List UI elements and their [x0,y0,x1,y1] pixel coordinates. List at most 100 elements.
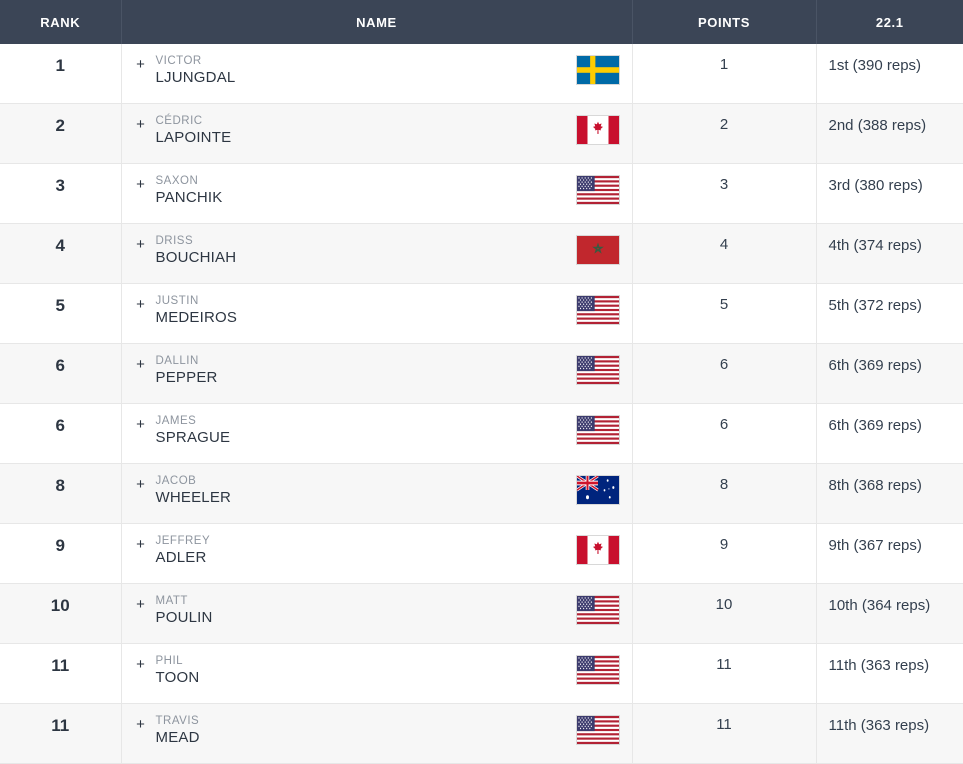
usa-flag-icon [575,175,620,205]
athlete-name-wrapper: + DALLIN PEPPER [134,354,620,387]
table-row[interactable]: 11 + TRAVIS MEAD 11 11th (363 reps) [0,703,963,764]
canada-flag-icon [575,115,620,145]
expand-row-icon[interactable]: + [134,477,148,492]
athlete-last-name: TOON [155,669,200,686]
rank-value: 6 [55,356,65,375]
table-row[interactable]: 8 + JACOB WHEELER 8 8th (368 reps) [0,463,963,524]
athlete-name[interactable]: DALLIN PEPPER [156,354,560,387]
cell-rank: 5 [0,283,122,344]
athlete-name[interactable]: JACOB WHEELER [156,474,560,507]
athlete-first-name: CÉDRIC [155,115,203,127]
expand-row-icon[interactable]: + [134,417,148,432]
cell-points: 6 [632,343,817,404]
score-value: 3rd (380 reps) [828,177,923,194]
athlete-name-wrapper: + DRISS BOUCHIAH [134,234,620,267]
expand-row-icon[interactable]: + [134,717,148,732]
athlete-first-name: TRAVIS [155,715,200,727]
rank-value: 6 [55,416,65,435]
table-row[interactable]: 6 + DALLIN PEPPER 6 6th (369 reps) [0,343,963,404]
cell-points: 10 [632,583,817,644]
athlete-name-wrapper: + VICTOR LJUNGDAL [134,54,620,87]
country-flag-holder [568,474,620,505]
expand-row-icon[interactable]: + [134,57,148,72]
australia-flag-icon [575,475,620,505]
athlete-first-name: DRISS [155,235,194,247]
usa-flag-icon [575,655,620,685]
athlete-name[interactable]: JUSTIN MEDEIROS [156,294,560,327]
athlete-name[interactable]: PHIL TOON [156,654,560,687]
cell-rank: 11 [0,703,122,764]
athlete-name-wrapper: + JUSTIN MEDEIROS [134,294,620,327]
cell-points: 3 [632,163,817,224]
canada-flag-icon [575,535,620,565]
leaderboard-table: RANK NAME POINTS 22.1 1 + VICTOR LJUNGDAL 1 1… [0,0,963,764]
points-value: 1 [719,56,729,73]
table-row[interactable]: 1 + VICTOR LJUNGDAL 1 1st (390 reps) [0,44,963,104]
athlete-name[interactable]: SAXON PANCHIK [156,174,560,207]
score-value: 10th (364 reps) [828,597,931,614]
cell-rank: 11 [0,643,122,704]
column-header-name[interactable]: NAME [121,0,633,44]
expand-row-icon[interactable]: + [134,237,148,252]
cell-score: 4th (374 reps) [816,224,963,284]
expand-row-icon[interactable]: + [134,117,148,132]
table-row[interactable]: 10 + MATT POULIN 10 10th (364 reps) [0,583,963,644]
cell-points: 4 [632,223,817,284]
cell-score: 11th (363 reps) [816,644,963,704]
score-value: 1st (390 reps) [828,57,922,74]
country-flag-holder [568,414,620,445]
expand-row-icon[interactable]: + [134,537,148,552]
expand-row-icon[interactable]: + [134,597,148,612]
table-row[interactable]: 4 + DRISS BOUCHIAH 4 4th (374 reps) [0,223,963,284]
athlete-last-name: MEAD [155,729,200,746]
expand-row-icon[interactable]: + [134,177,148,192]
points-value: 11 [716,716,732,733]
table-row[interactable]: 6 + JAMES SPRAGUE 6 6th (369 reps) [0,403,963,464]
athlete-last-name: PEPPER [155,369,218,386]
score-value: 5th (372 reps) [828,297,922,314]
athlete-last-name: WHEELER [155,489,232,506]
column-header-rank[interactable]: RANK [0,0,122,44]
athlete-last-name: BOUCHIAH [155,249,237,266]
cell-score: 6th (369 reps) [816,404,963,464]
column-header-points[interactable]: POINTS [632,0,817,44]
athlete-first-name: DALLIN [155,355,199,367]
rank-value: 2 [55,116,65,135]
cell-points: 5 [632,283,817,344]
table-row[interactable]: 11 + PHIL TOON 11 11th (363 reps) [0,643,963,704]
athlete-name[interactable]: MATT POULIN [156,594,560,627]
athlete-last-name: LJUNGDAL [155,69,236,86]
cell-score: 6th (369 reps) [816,344,963,404]
cell-name: + JACOB WHEELER [121,463,633,524]
cell-name: + MATT POULIN [121,583,633,644]
country-flag-holder [568,594,620,625]
table-row[interactable]: 3 + SAXON PANCHIK 3 3rd (380 reps) [0,163,963,224]
athlete-name[interactable]: DRISS BOUCHIAH [156,234,560,267]
athlete-last-name: MEDEIROS [155,309,238,326]
athlete-name[interactable]: TRAVIS MEAD [156,714,560,747]
header-row: RANK NAME POINTS 22.1 [0,0,963,44]
cell-name: + CÉDRIC LAPOINTE [121,103,633,164]
athlete-name[interactable]: VICTOR LJUNGDAL [156,54,560,87]
table-row[interactable]: 2 + CÉDRIC LAPOINTE 2 2nd (388 reps) [0,103,963,164]
score-value: 4th (374 reps) [828,237,922,254]
athlete-first-name: MATT [155,595,188,607]
table-body: 1 + VICTOR LJUNGDAL 1 1st (390 reps) 2 + CÉDRIC L… [0,44,963,764]
table-row[interactable]: 9 + JEFFREY ADLER 9 9th (367 reps) [0,523,963,584]
points-value: 8 [719,476,729,493]
expand-row-icon[interactable]: + [134,657,148,672]
athlete-name[interactable]: CÉDRIC LAPOINTE [156,114,560,147]
expand-row-icon[interactable]: + [134,297,148,312]
cell-points: 11 [632,703,817,764]
table-row[interactable]: 5 + JUSTIN MEDEIROS 5 5th (372 reps) [0,283,963,344]
expand-row-icon[interactable]: + [134,357,148,372]
cell-rank: 3 [0,163,122,224]
athlete-name[interactable]: JAMES SPRAGUE [156,414,560,447]
athlete-name[interactable]: JEFFREY ADLER [156,534,560,567]
cell-points: 9 [632,523,817,584]
athlete-name-wrapper: + MATT POULIN [134,594,620,627]
country-flag-holder [568,234,620,265]
athlete-name-wrapper: + PHIL TOON [134,654,620,687]
column-header-score[interactable]: 22.1 [816,0,963,44]
cell-points: 11 [632,643,817,704]
